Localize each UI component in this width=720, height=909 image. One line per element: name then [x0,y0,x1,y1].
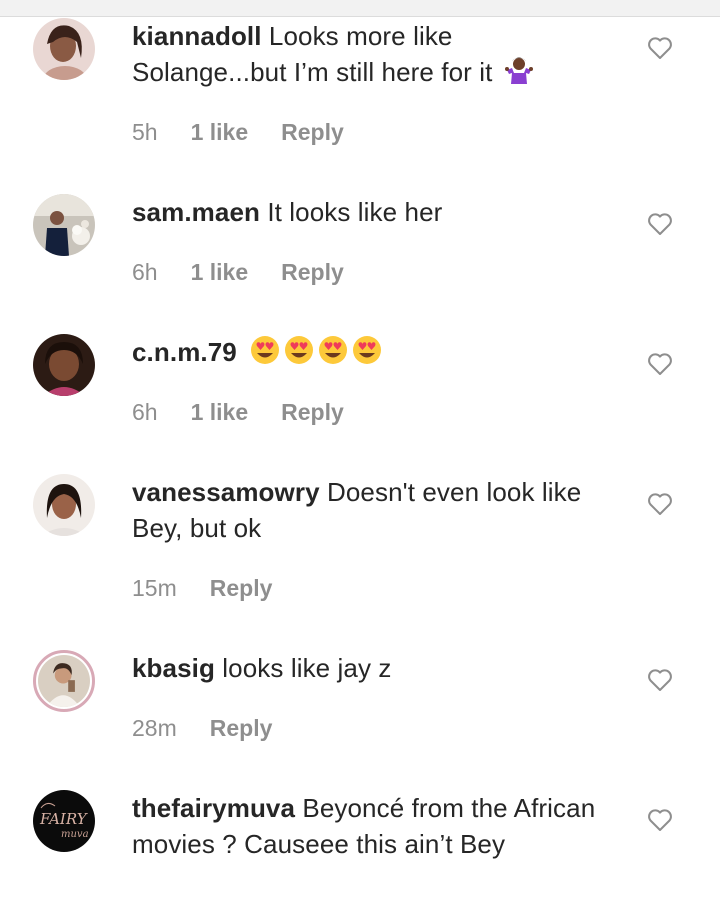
comment-timestamp: 28m [132,715,177,741]
comment-timestamp: 6h [132,259,158,285]
svg-text:FAIRY: FAIRY [39,810,89,828]
comment-username[interactable]: vanessamowry [132,477,320,507]
comment-username[interactable]: kiannadoll [132,21,262,51]
heart-outline-icon[interactable] [647,668,673,692]
heart-outline-icon[interactable] [647,808,673,832]
comment-username[interactable]: thefairymuva [132,793,295,823]
heart-outline-icon[interactable] [647,36,673,60]
reply-button[interactable]: Reply [281,117,344,147]
heart-outline-icon[interactable] [647,212,673,236]
comment-timestamp: 15m [132,575,177,601]
reply-button[interactable]: Reply [210,573,273,603]
reply-button[interactable]: Reply [281,397,344,427]
avatar[interactable] [33,474,95,536]
avatar[interactable] [33,650,95,712]
likes-count[interactable]: 1 like [191,117,249,147]
comment-username[interactable]: kbasig [132,653,215,683]
reply-button[interactable]: Reply [210,713,273,743]
comment-text: looks like jay z [222,653,392,683]
smiling-face-with-heart-eyes-emoji [248,335,386,374]
comment-timestamp: 6h [132,399,158,425]
heart-outline-icon[interactable] [647,352,673,376]
comment-username[interactable]: sam.maen [132,197,260,227]
avatar[interactable] [33,18,95,80]
svg-text:muva: muva [61,829,89,840]
comment-username[interactable]: c.n.m.79 [132,337,237,367]
top-status-bar [0,0,720,17]
avatar[interactable] [33,334,95,396]
likes-count[interactable]: 1 like [191,397,249,427]
person-shrugging-emoji [504,55,534,94]
comment-timestamp: 5h [132,119,158,145]
heart-outline-icon[interactable] [647,492,673,516]
likes-count[interactable]: 1 like [191,257,249,287]
reply-button[interactable]: Reply [281,257,344,287]
comment-text: It looks like her [267,197,443,227]
avatar[interactable] [33,194,95,256]
avatar[interactable]: FAIRY muva [33,790,95,852]
